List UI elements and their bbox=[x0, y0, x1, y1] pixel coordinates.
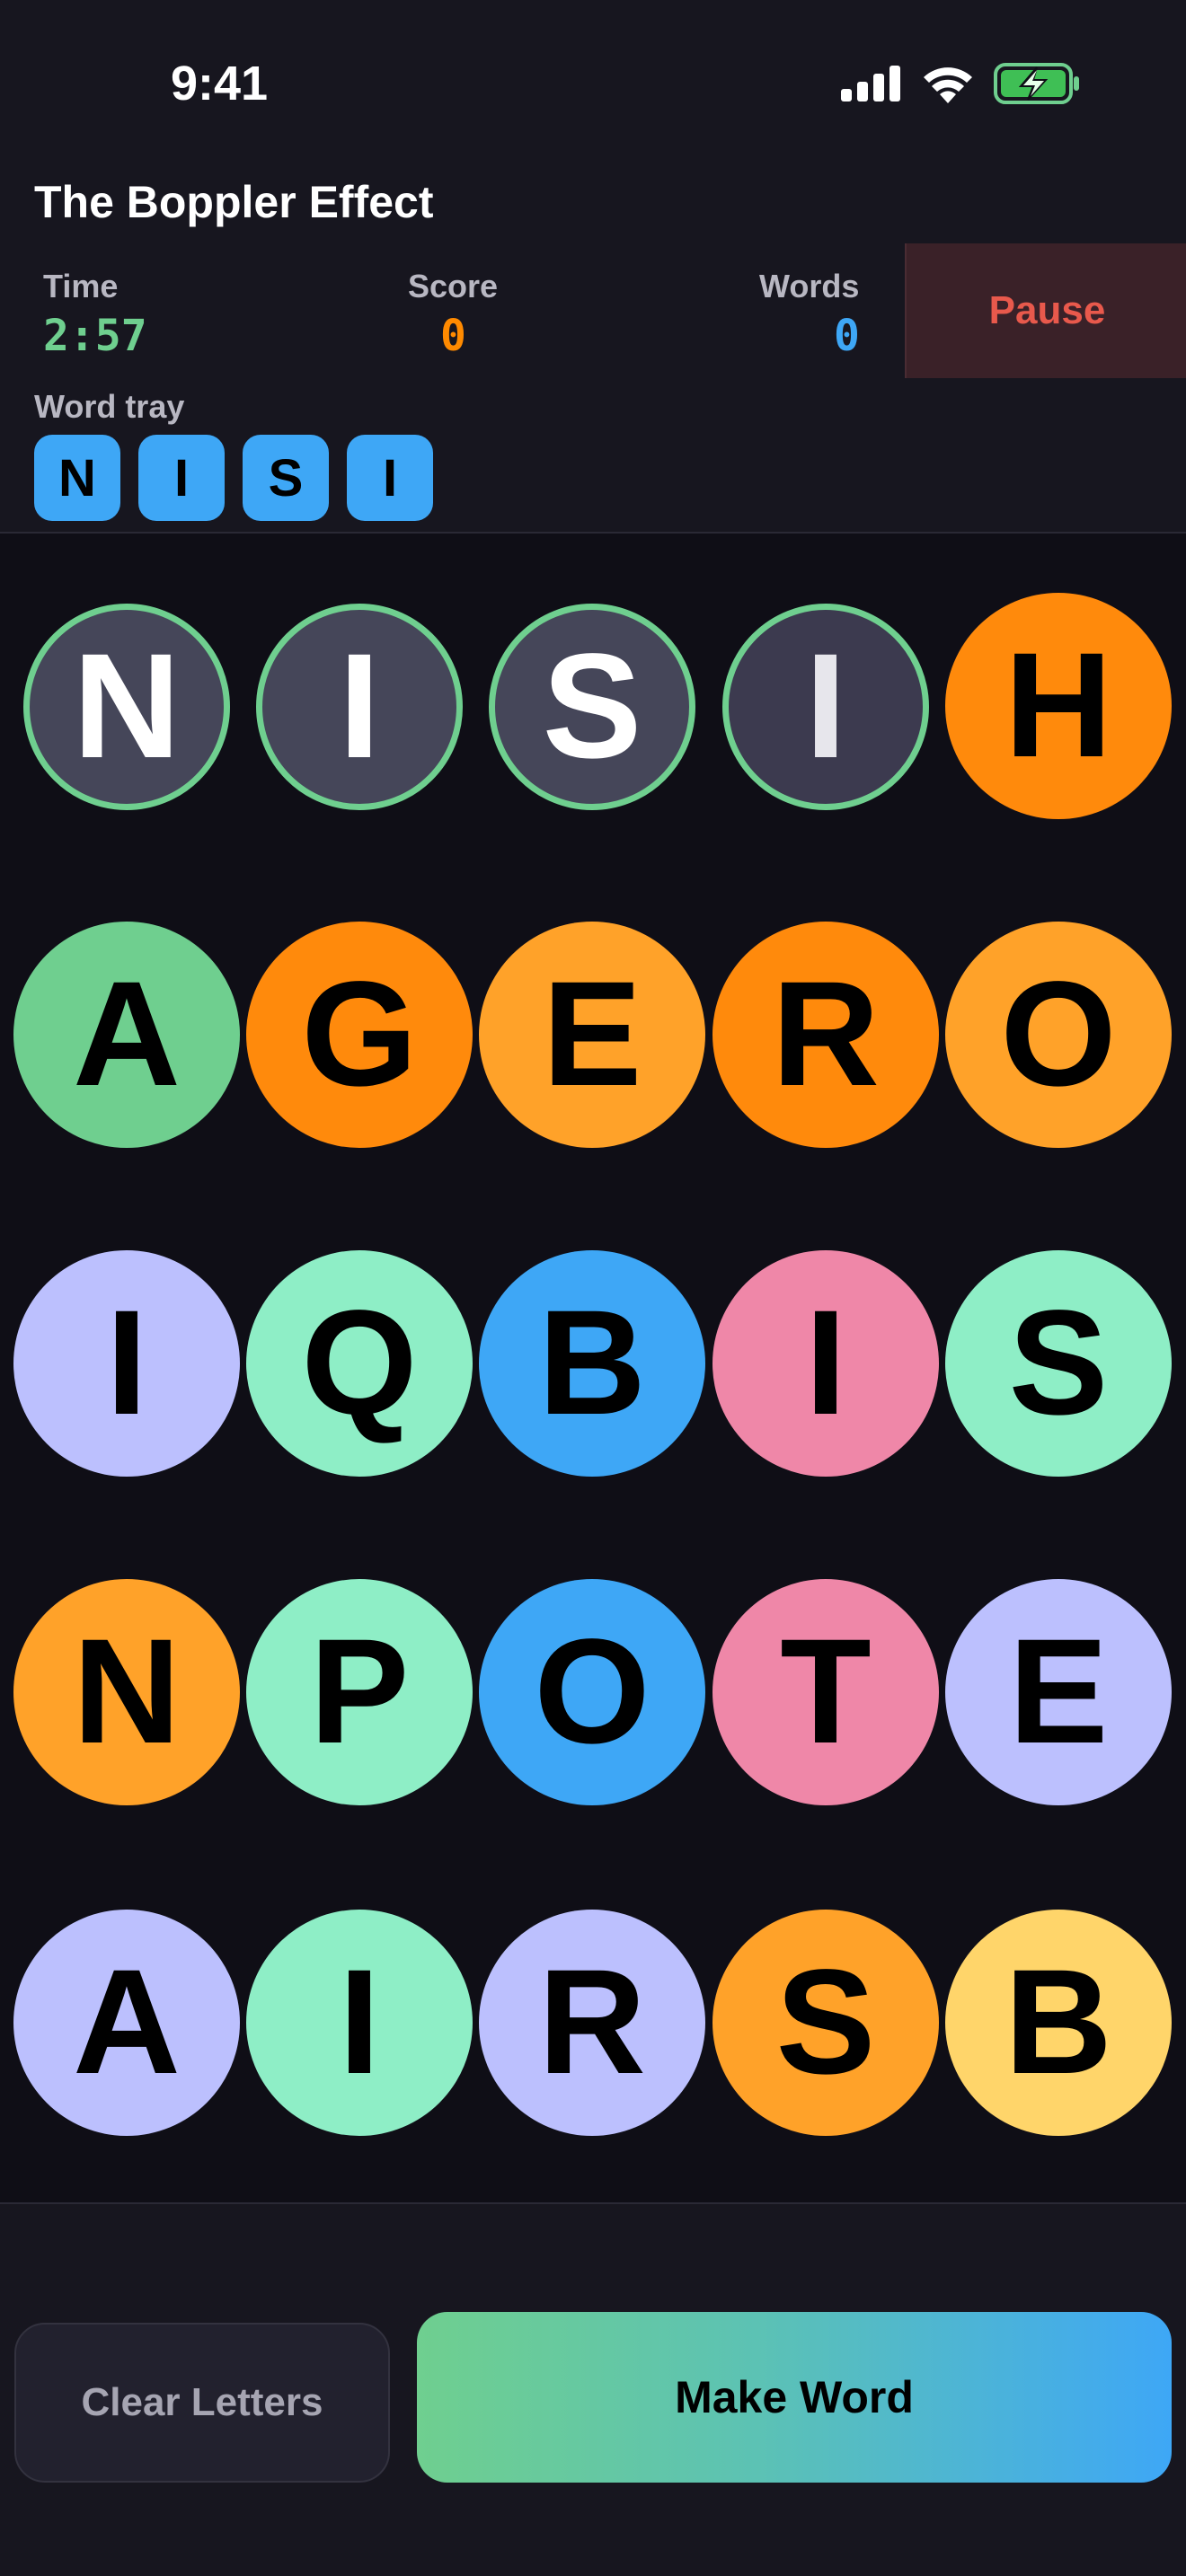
letter-board: N I S I H A G E R O I Q B I S N P O T E … bbox=[0, 534, 1186, 2202]
battery-charging-icon bbox=[994, 63, 1080, 109]
tray-letter[interactable]: S bbox=[243, 435, 329, 521]
status-time: 9:41 bbox=[171, 57, 269, 110]
letter-bubble[interactable]: I bbox=[246, 1910, 473, 2136]
letter-bubble[interactable]: Q bbox=[246, 1250, 473, 1477]
time-label: Time bbox=[43, 268, 119, 304]
letter-bubble[interactable]: G bbox=[246, 922, 473, 1148]
tray-letter[interactable]: I bbox=[347, 435, 433, 521]
status-bar: 9:41 bbox=[0, 0, 1186, 171]
letter-bubble[interactable]: E bbox=[479, 922, 705, 1148]
letter-bubble[interactable]: N bbox=[13, 1579, 240, 1805]
letter-bubble[interactable]: H bbox=[945, 593, 1172, 819]
letter-bubble[interactable]: I bbox=[712, 1250, 939, 1477]
letter-bubble[interactable]: S bbox=[945, 1250, 1172, 1477]
letter-bubble[interactable]: T bbox=[712, 1579, 939, 1805]
letter-bubble[interactable]: E bbox=[945, 1579, 1172, 1805]
letter-bubble[interactable]: N bbox=[23, 604, 230, 810]
word-tray-label: Word tray bbox=[34, 388, 185, 425]
letter-bubble[interactable]: R bbox=[479, 1910, 705, 2136]
tray-letter[interactable]: N bbox=[34, 435, 120, 521]
wifi-icon bbox=[922, 64, 974, 108]
letter-bubble[interactable]: P bbox=[246, 1579, 473, 1805]
score-label: Score bbox=[408, 268, 499, 304]
make-word-button[interactable]: Make Word bbox=[417, 2312, 1172, 2483]
letter-bubble[interactable]: O bbox=[479, 1579, 705, 1805]
letter-bubble[interactable]: I bbox=[256, 604, 463, 810]
words-label: Words bbox=[759, 268, 860, 304]
letter-bubble[interactable]: I bbox=[722, 604, 929, 810]
app-title: The Boppler Effect bbox=[34, 177, 434, 227]
signal-icon bbox=[841, 66, 902, 106]
letter-bubble[interactable]: A bbox=[13, 1910, 240, 2136]
tray-letter[interactable]: I bbox=[138, 435, 225, 521]
letter-bubble[interactable]: B bbox=[945, 1910, 1172, 2136]
letter-bubble[interactable]: B bbox=[479, 1250, 705, 1477]
letter-bubble[interactable]: A bbox=[13, 922, 240, 1148]
time-value: 2:57 bbox=[43, 311, 147, 361]
letter-bubble[interactable]: S bbox=[489, 604, 695, 810]
words-value: 0 bbox=[834, 311, 860, 361]
pause-button[interactable]: Pause bbox=[905, 243, 1186, 378]
letter-bubble[interactable]: O bbox=[945, 922, 1172, 1148]
letter-bubble[interactable]: I bbox=[13, 1250, 240, 1477]
letter-bubble[interactable]: R bbox=[712, 922, 939, 1148]
word-tray: N I S I bbox=[34, 435, 433, 521]
score-value: 0 bbox=[440, 311, 466, 361]
letter-bubble[interactable]: S bbox=[712, 1910, 939, 2136]
clear-letters-button[interactable]: Clear Letters bbox=[14, 2323, 390, 2483]
